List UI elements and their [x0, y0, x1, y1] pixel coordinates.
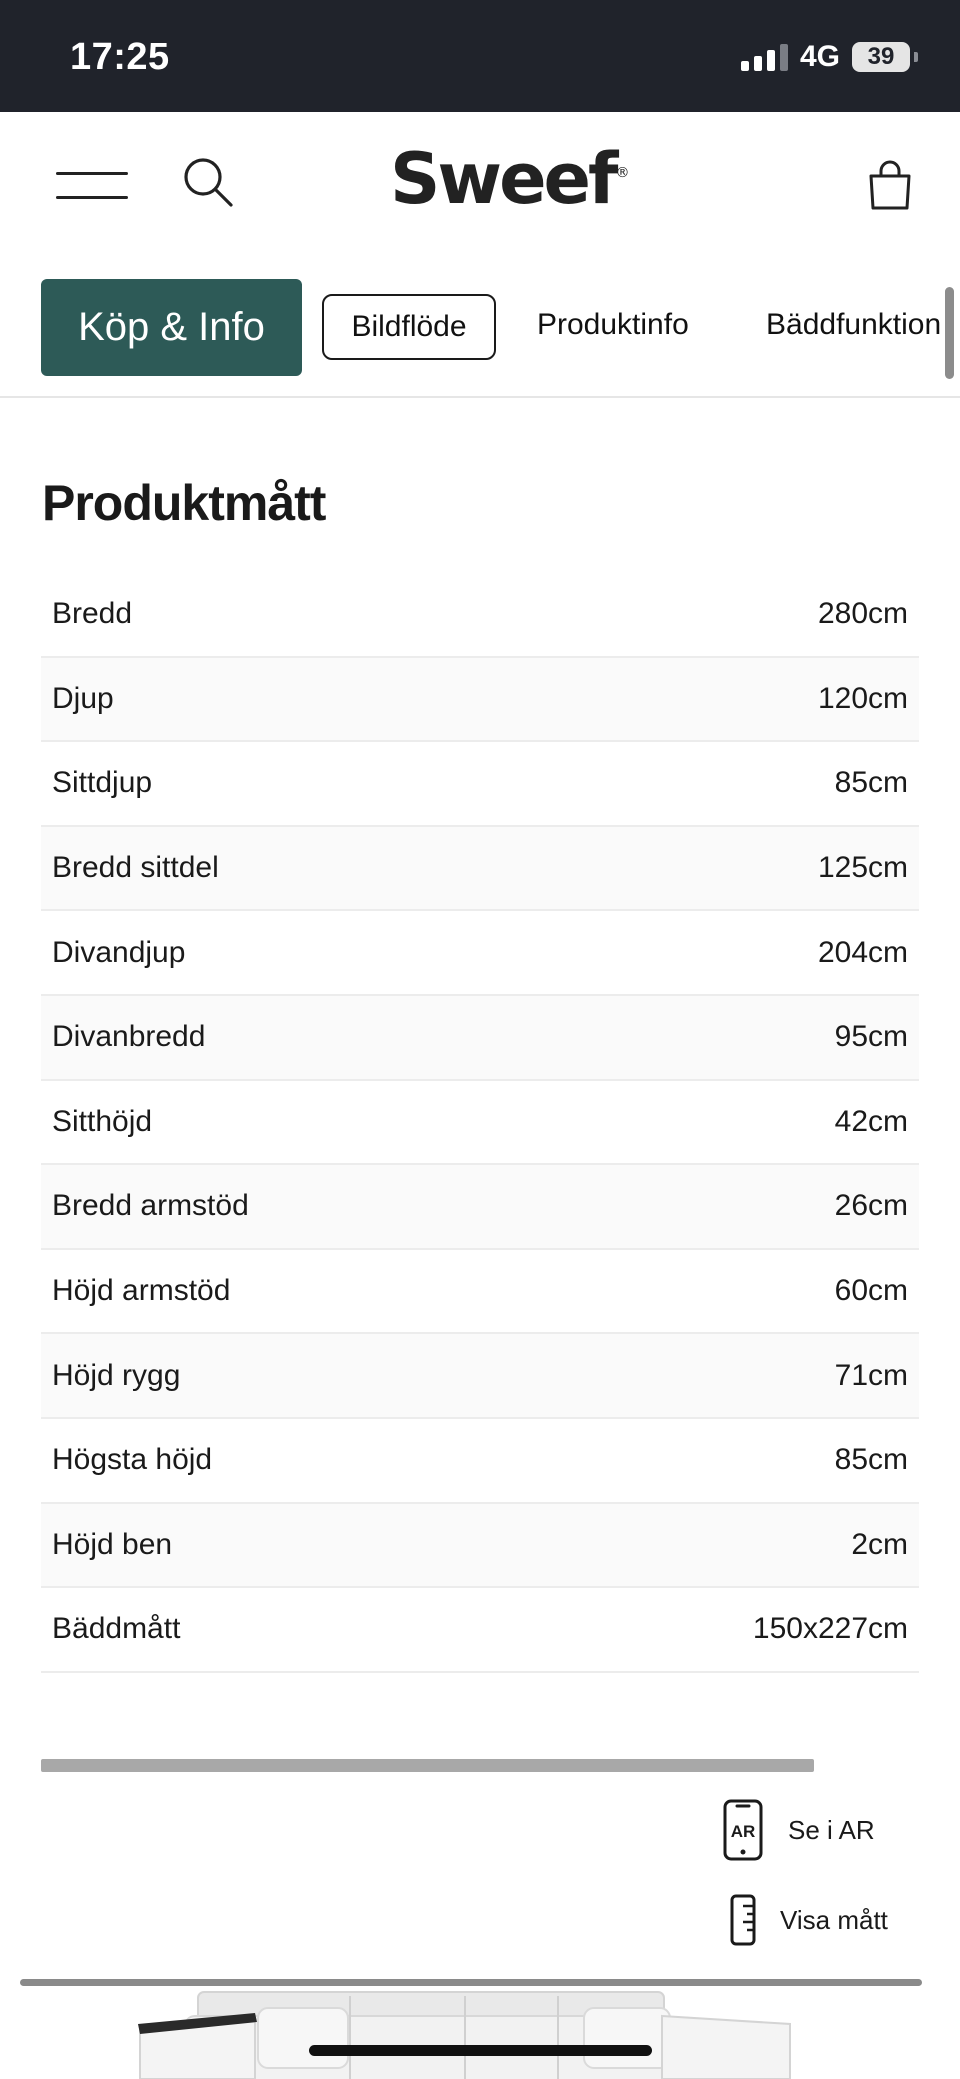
tab-baddfunktion[interactable]: Bäddfunktion [766, 308, 941, 342]
product-tabs: Köp & Info Bildflöde Produktinfo Bäddfun… [0, 258, 960, 398]
spec-label: Bredd [52, 597, 133, 631]
site-header: Sweef® [0, 112, 960, 258]
spec-value: 150x227cm [752, 1612, 908, 1646]
spec-value: 85cm [834, 1443, 908, 1477]
ar-label: Se i AR [788, 1814, 875, 1845]
ar-icon-text: AR [731, 1822, 756, 1841]
spec-label: Höjd armstöd [52, 1274, 231, 1308]
ruler-icon [730, 1894, 756, 1946]
network-type: 4G [799, 40, 840, 73]
spec-value: 125cm [817, 851, 908, 885]
table-row: Höjd armstöd 60cm [41, 1250, 919, 1335]
spec-value: 42cm [834, 1104, 908, 1138]
table-row: Sitthöjd 42cm [41, 1081, 919, 1166]
home-indicator[interactable] [309, 2045, 652, 2056]
carousel-scrollbar[interactable] [41, 1759, 814, 1772]
tab-bildflode[interactable]: Bildflöde [322, 294, 496, 360]
status-time: 17:25 [70, 36, 170, 78]
search-icon[interactable] [180, 154, 236, 210]
spec-label: Sitthöjd [52, 1104, 153, 1138]
spec-value: 95cm [834, 1020, 908, 1054]
view-in-ar-button[interactable]: AR Se i AR [722, 1798, 875, 1862]
tab-produktinfo[interactable]: Produktinfo [537, 308, 689, 342]
spec-value: 120cm [817, 681, 908, 715]
spec-value: 60cm [834, 1274, 908, 1308]
table-row: Divandjup 204cm [41, 911, 919, 996]
table-row: Höjd rygg 71cm [41, 1334, 919, 1419]
show-measurements-button[interactable]: Visa mått [730, 1894, 888, 1946]
logo-text: Sweef [390, 138, 618, 220]
table-row: Djup 120cm [41, 657, 919, 743]
table-row: Sittdjup 85cm [41, 742, 919, 827]
status-indicators: 4G 39 [740, 40, 918, 74]
product-dimensions-table: Bredd 280cm Djup 120cm Sittdjup 85cm Bre… [41, 573, 919, 1673]
image-slider-track[interactable] [20, 1979, 922, 1986]
ar-phone-icon: AR [723, 1799, 763, 1861]
shopping-bag-icon[interactable] [866, 160, 914, 212]
logo-registered-mark: ® [615, 164, 630, 181]
spec-label: Bredd sittdel [52, 851, 219, 885]
spec-value: 2cm [851, 1527, 908, 1561]
measure-label: Visa mått [780, 1904, 888, 1935]
spec-label: Divanbredd [52, 1020, 206, 1054]
table-row: Divanbredd 95cm [41, 995, 919, 1081]
sweef-logo[interactable]: Sweef® [390, 138, 630, 220]
spec-label: Bäddmått [52, 1612, 181, 1646]
hamburger-menu-icon[interactable] [56, 172, 128, 200]
spec-value: 280cm [817, 597, 908, 631]
signal-strength-icon [740, 43, 788, 71]
table-row: Höjd ben 2cm [41, 1503, 919, 1589]
sofa-product-image [0, 1986, 960, 2079]
spec-value: 71cm [834, 1358, 908, 1392]
spec-label: Höjd rygg [52, 1358, 181, 1392]
spec-label: Divandjup [52, 935, 186, 969]
spec-label: Högsta höjd [52, 1443, 213, 1477]
spec-label: Djup [52, 681, 114, 715]
battery-tip [914, 52, 918, 62]
spec-value: 26cm [834, 1189, 908, 1223]
tabs-scrollbar[interactable] [945, 287, 954, 379]
spec-value: 204cm [817, 935, 908, 969]
section-title: Produktmått [42, 475, 326, 531]
table-row: Bredd armstöd 26cm [41, 1165, 919, 1250]
table-row: Bäddmått 150x227cm [41, 1588, 919, 1673]
spec-value: 85cm [834, 766, 908, 800]
status-bar: 17:25 4G 39 [0, 0, 960, 112]
battery-icon: 39 [852, 42, 910, 72]
table-row: Bredd 280cm [41, 573, 919, 658]
table-row: Bredd sittdel 125cm [41, 826, 919, 912]
spec-label: Höjd ben [52, 1527, 173, 1561]
spec-label: Bredd armstöd [52, 1189, 249, 1223]
table-row: Högsta höjd 85cm [41, 1419, 919, 1504]
tab-kop-info[interactable]: Köp & Info [41, 279, 302, 376]
spec-label: Sittdjup [52, 766, 153, 800]
